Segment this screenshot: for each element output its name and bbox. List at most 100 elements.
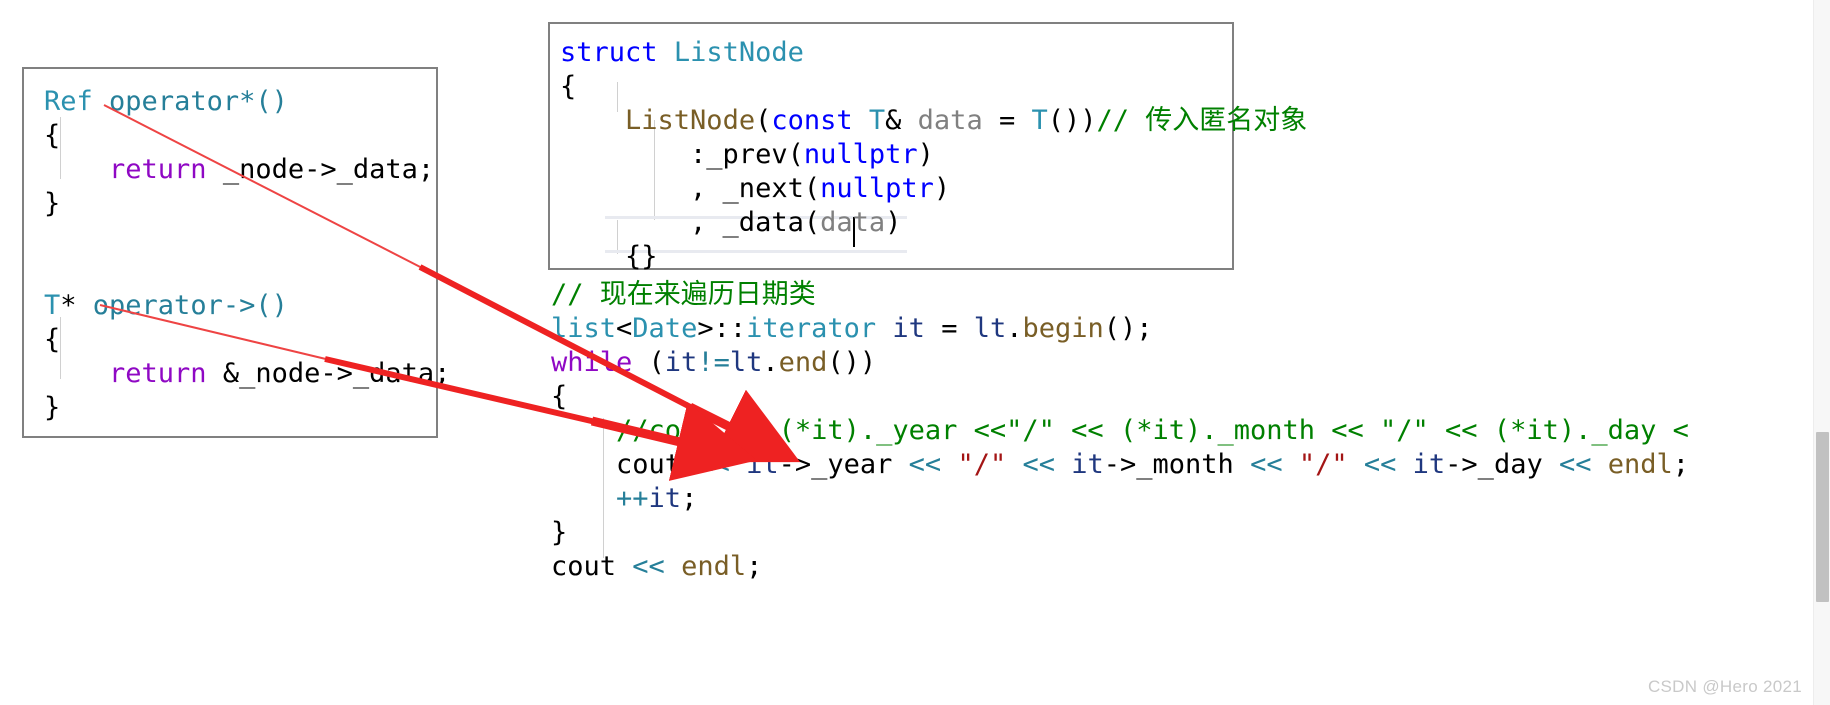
code-token: , _data(: [560, 207, 821, 238]
code-token: struct: [560, 37, 658, 68]
code-token: {: [44, 324, 61, 355]
code-token: while: [551, 347, 633, 378]
code-token: // 现在来遍历日期类: [551, 279, 816, 310]
code-token: const: [771, 105, 853, 136]
code-token: Ref: [44, 86, 93, 117]
code-token: return: [109, 154, 207, 185]
code-line: Ref operator*(): [44, 85, 450, 119]
code-line: {}: [560, 240, 1307, 274]
code-token: :_prev(: [560, 139, 804, 170]
code-token: !=: [697, 347, 730, 378]
struct-code-block[interactable]: struct ListNode{ ListNode(const T& data …: [560, 36, 1307, 274]
iterator-operators-code-box: Ref operator*(){ return _node->_data;} T…: [22, 67, 450, 438]
code-token: ListNode: [673, 37, 804, 68]
code-token: }: [44, 188, 61, 219]
code-token: <<: [1542, 449, 1608, 480]
code-token: T: [44, 290, 61, 321]
code-token: ): [933, 173, 951, 204]
loop-code-block[interactable]: // 现在来遍历日期类 list<Date>::iterator it = lt.…: [551, 278, 1689, 584]
code-token: it: [746, 449, 779, 480]
code-line: :_prev(nullptr): [560, 138, 1307, 172]
code-token: &_node->_data;: [206, 358, 451, 389]
code-token: &: [885, 105, 918, 136]
code-token: ;: [681, 483, 698, 514]
code-line: , _next(nullptr): [560, 172, 1307, 206]
code-token: nullptr: [803, 139, 918, 170]
code-token: it: [1071, 449, 1104, 480]
code-token: cout: [551, 551, 617, 582]
vertical-scrollbar-track[interactable]: [1813, 0, 1830, 705]
code-token: }: [551, 517, 568, 548]
code-token: endl: [1607, 449, 1673, 480]
code-token: (: [632, 347, 665, 378]
code-token: T: [1031, 105, 1048, 136]
code-line: {: [44, 119, 450, 153]
code-token: operator->(): [92, 290, 288, 321]
code-line: cout << it->_year << "/" << it->_month <…: [551, 448, 1689, 482]
code-token: data: [820, 207, 886, 238]
code-token: it: [648, 483, 682, 514]
vertical-scrollbar-thumb[interactable]: [1816, 432, 1829, 602]
code-token: {: [560, 71, 577, 102]
code-token: lt: [729, 347, 763, 378]
code-token: *: [60, 290, 93, 321]
code-line: struct ListNode: [560, 36, 1307, 70]
code-line: {: [551, 380, 1689, 414]
code-line: cout << endl;: [551, 550, 1689, 584]
code-line: //cout << (*it)._year <<"/" << (*it)._mo…: [551, 414, 1689, 448]
code-line: }: [44, 187, 450, 221]
code-line: return _node->_data;: [44, 153, 450, 187]
code-token: it: [892, 313, 925, 344]
code-token: it: [664, 347, 698, 378]
code-token: <<: [1233, 449, 1299, 480]
code-token: begin: [1022, 313, 1104, 344]
code-token: Date: [632, 313, 698, 344]
code-token: }: [44, 392, 61, 423]
code-token: ;: [746, 551, 763, 582]
code-line: {: [560, 70, 1307, 104]
code-token: >::: [697, 313, 747, 344]
code-token: list: [551, 313, 617, 344]
watermark: CSDN @Hero 2021: [1647, 677, 1802, 696]
code-token: =: [924, 313, 974, 344]
code-token: nullptr: [820, 173, 934, 204]
code-token: ();: [1103, 313, 1153, 344]
code-token: {: [44, 120, 61, 151]
code-token: <<: [892, 449, 958, 480]
indent-guide: [603, 418, 604, 558]
code-token: operator*(): [109, 86, 288, 117]
code-token: (: [755, 105, 772, 136]
code-token: <<: [681, 449, 747, 480]
code-token: (): [1047, 105, 1081, 136]
code-token: end: [778, 347, 828, 378]
code-token: ->_year: [778, 449, 893, 480]
code-token: "/": [1298, 449, 1348, 480]
code-token: ++: [616, 483, 649, 514]
code-token: ): [1080, 105, 1097, 136]
code-line: ++it;: [551, 482, 1689, 516]
code-token: _node->_data;: [206, 154, 435, 185]
code-token: .: [1006, 313, 1023, 344]
code-line: while (it!=lt.end()): [551, 346, 1689, 380]
code-token: .: [762, 347, 779, 378]
code-token: ListNode: [625, 105, 756, 136]
left-code-block[interactable]: Ref operator*(){ return _node->_data;} T…: [44, 85, 450, 425]
code-token: T: [868, 105, 886, 136]
code-token: ()): [827, 347, 877, 378]
code-token: <: [616, 313, 633, 344]
code-token: // 传入匿名对象: [1096, 105, 1308, 136]
code-token: {}: [560, 241, 658, 272]
code-token: iterator: [746, 313, 877, 344]
code-token: ->_month: [1103, 449, 1234, 480]
code-line: }: [551, 516, 1689, 550]
code-token: <<: [1347, 449, 1413, 480]
